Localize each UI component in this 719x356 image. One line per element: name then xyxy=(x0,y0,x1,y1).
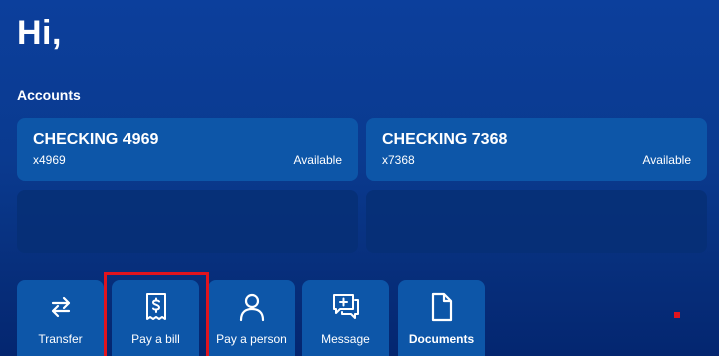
selection-highlight-box xyxy=(104,272,209,356)
message-plus-icon xyxy=(330,291,362,323)
account-number-mask: x4969 xyxy=(33,153,66,167)
pay-a-person-label: Pay a person xyxy=(216,332,287,346)
account-card-placeholder xyxy=(366,190,707,253)
pay-a-person-button[interactable]: Pay a person xyxy=(208,280,295,356)
account-name: CHECKING 4969 xyxy=(33,131,159,148)
account-balance-label: Available xyxy=(642,153,691,167)
account-name: CHECKING 7368 xyxy=(382,131,508,148)
transfer-button[interactable]: Transfer xyxy=(17,280,104,356)
message-button[interactable]: Message xyxy=(302,280,389,356)
accounts-heading: Accounts xyxy=(17,87,81,103)
red-marker-dot xyxy=(674,312,680,318)
person-icon xyxy=(236,291,268,323)
message-label: Message xyxy=(321,332,370,346)
transfer-arrows-icon xyxy=(45,291,77,323)
transfer-label: Transfer xyxy=(38,332,83,346)
account-card-checking-4969[interactable]: CHECKING 4969 x4969 Available xyxy=(17,118,358,181)
account-card-placeholder xyxy=(17,190,358,253)
account-card-checking-7368[interactable]: CHECKING 7368 x7368 Available xyxy=(366,118,707,181)
account-number-mask: x7368 xyxy=(382,153,415,167)
greeting-title: Hi, xyxy=(17,14,62,52)
document-icon xyxy=(426,291,458,323)
documents-button[interactable]: Documents xyxy=(398,280,485,356)
documents-label: Documents xyxy=(408,332,475,346)
account-balance-label: Available xyxy=(293,153,342,167)
